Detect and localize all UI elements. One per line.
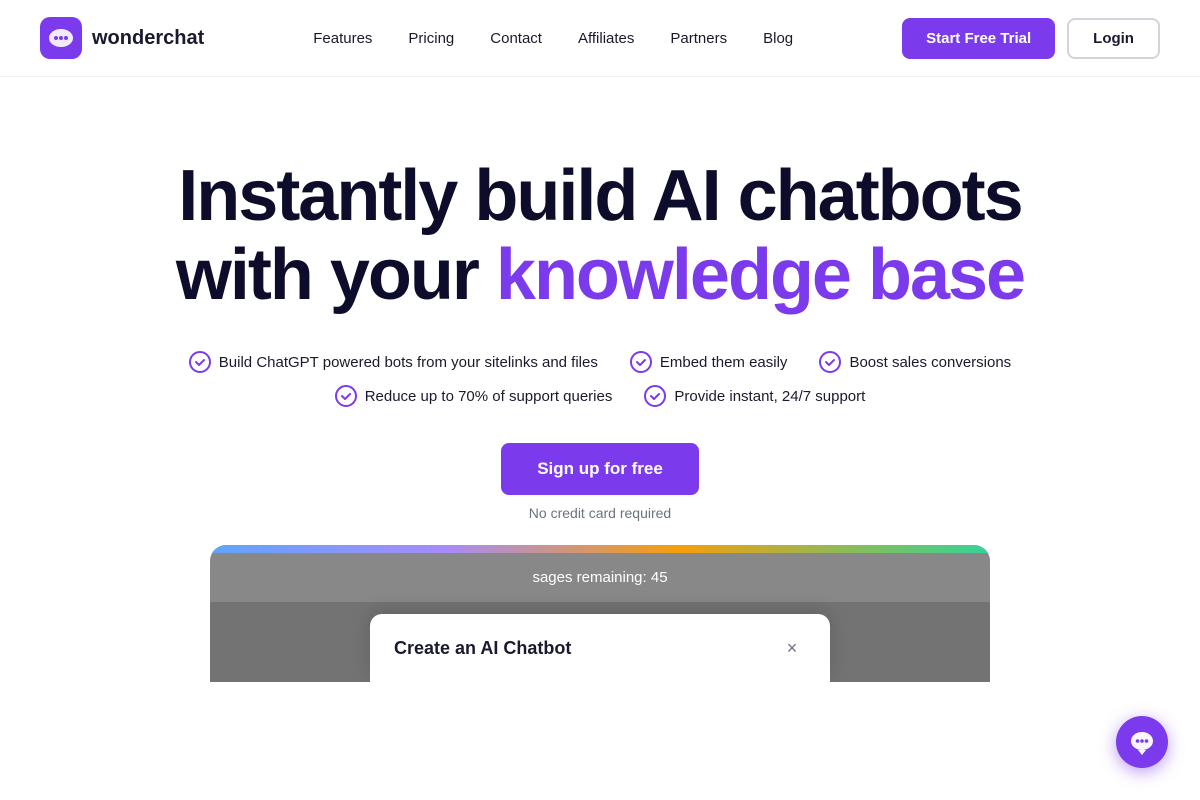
signup-button[interactable]: Sign up for free bbox=[501, 443, 699, 495]
feature-item-3: Boost sales conversions bbox=[819, 351, 1011, 373]
demo-close-button[interactable]: × bbox=[778, 634, 806, 662]
check-icon-3 bbox=[819, 351, 841, 373]
check-icon-2 bbox=[630, 351, 652, 373]
hero-section: Instantly build AI chatbots with your kn… bbox=[0, 77, 1200, 722]
floating-chat-button[interactable] bbox=[1116, 716, 1168, 768]
no-credit-card-text: No credit card required bbox=[529, 505, 671, 521]
nav-features[interactable]: Features bbox=[313, 30, 372, 47]
navbar: wonderchat Features Pricing Contact Affi… bbox=[0, 0, 1200, 77]
hero-features-list: Build ChatGPT powered bots from your sit… bbox=[150, 351, 1050, 407]
brand-logo[interactable]: wonderchat bbox=[40, 17, 204, 59]
nav-partners[interactable]: Partners bbox=[670, 30, 727, 47]
check-icon-1 bbox=[189, 351, 211, 373]
check-icon-5 bbox=[644, 385, 666, 407]
start-trial-button[interactable]: Start Free Trial bbox=[902, 18, 1055, 59]
nav-contact[interactable]: Contact bbox=[490, 30, 542, 47]
hero-title: Instantly build AI chatbots with your kn… bbox=[176, 157, 1024, 315]
feature-item-2: Embed them easily bbox=[630, 351, 788, 373]
demo-modal-title: Create an AI Chatbot bbox=[394, 638, 571, 659]
feature-item-1: Build ChatGPT powered bots from your sit… bbox=[189, 351, 598, 373]
demo-top-bar bbox=[210, 545, 990, 553]
demo-section: sages remaining: 45 Create an AI Chatbot… bbox=[210, 545, 990, 682]
login-button[interactable]: Login bbox=[1067, 18, 1160, 59]
check-icon-4 bbox=[335, 385, 357, 407]
demo-modal: Create an AI Chatbot × bbox=[370, 614, 830, 682]
feature-item-4: Reduce up to 70% of support queries bbox=[335, 385, 613, 407]
nav-pricing[interactable]: Pricing bbox=[408, 30, 454, 47]
nav-actions: Start Free Trial Login bbox=[902, 18, 1160, 59]
logo-icon bbox=[40, 17, 82, 59]
nav-blog[interactable]: Blog bbox=[763, 30, 793, 47]
brand-name: wonderchat bbox=[92, 27, 204, 50]
demo-messages-bar: sages remaining: 45 bbox=[210, 553, 990, 602]
nav-affiliates[interactable]: Affiliates bbox=[578, 30, 634, 47]
nav-links: Features Pricing Contact Affiliates Part… bbox=[313, 30, 793, 47]
feature-item-5: Provide instant, 24/7 support bbox=[644, 385, 865, 407]
